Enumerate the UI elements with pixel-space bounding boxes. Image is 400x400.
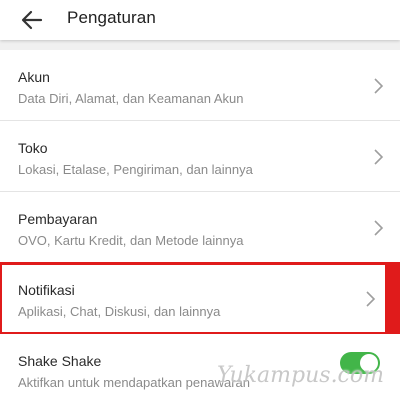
- settings-list: Akun Data Diri, Alamat, dan Keamanan Aku…: [0, 50, 400, 400]
- chevron-right-icon: [374, 78, 384, 94]
- settings-item-subtitle: Aktifkan untuk mendapatkan penawaran: [18, 375, 250, 390]
- settings-item-shake-shake[interactable]: Shake Shake Aktifkan untuk mendapatkan p…: [0, 334, 400, 400]
- settings-item-title: Pembayaran: [18, 211, 98, 227]
- chevron-right-icon: [366, 291, 376, 307]
- settings-item-title: Shake Shake: [18, 353, 102, 369]
- settings-item-notifikasi[interactable]: Notifikasi Aplikasi, Chat, Diskusi, dan …: [0, 262, 400, 334]
- arrow-left-icon: [21, 10, 43, 30]
- settings-item-pembayaran[interactable]: Pembayaran OVO, Kartu Kredit, dan Metode…: [0, 192, 400, 263]
- settings-item-toko[interactable]: Toko Lokasi, Etalase, Pengiriman, dan la…: [0, 121, 400, 192]
- highlight-marker: [385, 263, 400, 333]
- settings-item-subtitle: Lokasi, Etalase, Pengiriman, dan lainnya: [18, 162, 253, 177]
- settings-item-title: Akun: [18, 69, 50, 85]
- chevron-right-icon: [374, 149, 384, 165]
- settings-item-title: Notifikasi: [18, 282, 75, 298]
- page-title: Pengaturan: [67, 8, 156, 27]
- back-button[interactable]: [14, 4, 50, 36]
- toggle-knob: [360, 354, 378, 372]
- settings-item-subtitle: Aplikasi, Chat, Diskusi, dan lainnya: [18, 304, 221, 319]
- settings-item-akun[interactable]: Akun Data Diri, Alamat, dan Keamanan Aku…: [0, 50, 400, 121]
- settings-item-subtitle: OVO, Kartu Kredit, dan Metode lainnya: [18, 233, 244, 248]
- app-bar: Pengaturan: [0, 0, 400, 40]
- settings-screen: Pengaturan Akun Data Diri, Alamat, dan K…: [0, 0, 400, 400]
- shake-shake-toggle[interactable]: [340, 352, 380, 374]
- settings-item-subtitle: Data Diri, Alamat, dan Keamanan Akun: [18, 91, 244, 106]
- settings-item-title: Toko: [18, 140, 48, 156]
- chevron-right-icon: [374, 220, 384, 236]
